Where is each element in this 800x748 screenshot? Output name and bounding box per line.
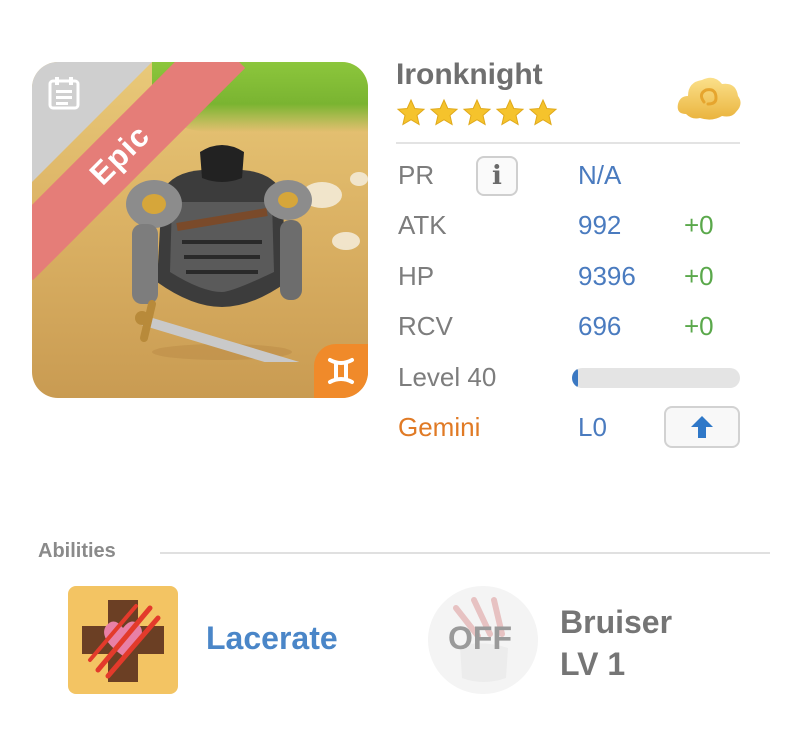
passive-ability-level: LV 1 <box>560 646 626 682</box>
cloud-icon <box>677 77 741 120</box>
atk-label: ATK <box>398 210 447 240</box>
active-ability-name[interactable]: Lacerate <box>206 620 338 657</box>
abilities-divider <box>160 552 770 554</box>
cross-heart-icon <box>82 600 164 682</box>
stat-row-rcv: RCV 696 +0 <box>396 311 746 351</box>
hp-label: HP <box>398 261 435 291</box>
info-icon: i <box>492 161 502 191</box>
rarity-corner: Epic <box>32 62 368 398</box>
stat-row-hp: HP 9396 +0 <box>396 261 746 301</box>
stat-row-level: Level 40 <box>396 362 746 402</box>
atk-bonus: +0 <box>684 210 714 240</box>
star-icon <box>396 98 426 126</box>
star-icon <box>528 98 558 126</box>
rcv-label: RCV <box>398 311 453 341</box>
level-progress-bar <box>572 368 740 388</box>
rcv-bonus: +0 <box>684 311 714 341</box>
rcv-value: 696 <box>578 311 622 341</box>
zodiac-level: L0 <box>578 412 607 442</box>
lacerate-ability-icon[interactable] <box>68 586 178 694</box>
star-icon <box>495 98 525 126</box>
hero-name: Ironknight <box>396 58 543 91</box>
passive-status: OFF <box>448 620 512 656</box>
arrow-up-icon <box>691 416 713 438</box>
zodiac-badge <box>314 344 368 398</box>
hp-bonus: +0 <box>684 261 714 291</box>
pr-label: PR <box>398 160 435 190</box>
atk-value: 992 <box>578 210 622 240</box>
stat-row-zodiac: Gemini L0 <box>396 406 746 452</box>
passive-ability-name[interactable]: Bruiser <box>560 604 672 641</box>
hero-portrait[interactable]: Epic <box>32 62 368 398</box>
pr-value: N/A <box>578 160 622 190</box>
gemini-icon <box>328 358 354 384</box>
upgrade-button[interactable] <box>664 406 740 448</box>
star-icon <box>429 98 459 126</box>
abilities-heading: Abilities <box>38 540 116 562</box>
star-icon <box>462 98 492 126</box>
details-icon[interactable] <box>46 76 82 112</box>
hp-value: 9396 <box>578 261 636 291</box>
stat-row-atk: ATK 992 +0 <box>396 210 746 250</box>
star-rating <box>396 98 558 128</box>
level-progress-fill <box>572 368 578 388</box>
info-button[interactable]: i <box>476 156 518 196</box>
zodiac-label: Gemini <box>398 412 481 442</box>
stat-row-pr: PR i N/A <box>396 156 746 200</box>
level-label: Level 40 <box>398 362 497 392</box>
header-divider <box>396 142 740 144</box>
